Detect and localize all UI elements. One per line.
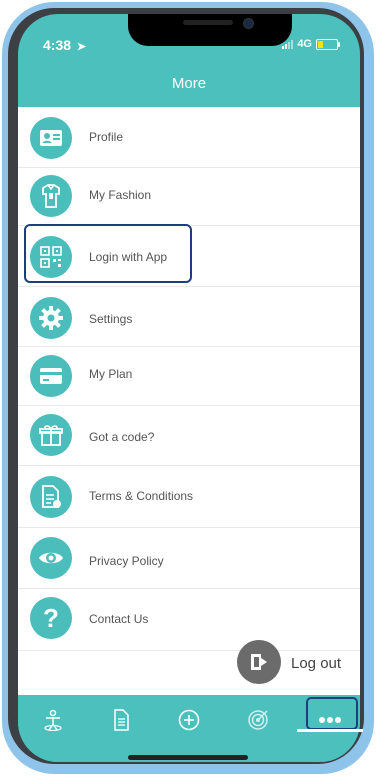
question-icon: ?: [30, 597, 72, 639]
location-arrow-icon: ➤: [76, 41, 87, 53]
document-icon: [30, 476, 72, 518]
battery-icon: [316, 38, 340, 50]
eye-icon: [30, 537, 72, 579]
gear-icon: [30, 297, 72, 339]
credit-card-icon: [30, 355, 72, 397]
network-label: 4G: [297, 38, 312, 50]
person-scan-icon: [44, 709, 62, 731]
menu-item-got-a-code[interactable]: Got a code?: [18, 405, 360, 466]
logout-button[interactable]: [237, 640, 281, 684]
home-indicator: [128, 755, 248, 760]
menu-item-contact-us[interactable]: ? Contact Us: [18, 590, 360, 651]
speaker: [183, 20, 233, 25]
menu-item-terms-conditions[interactable]: Terms & Conditions: [18, 467, 360, 528]
menu-item-my-fashion[interactable]: My Fashion: [18, 167, 360, 226]
plus-circle-icon: [178, 709, 200, 731]
menu-item-privacy-policy[interactable]: Privacy Policy: [18, 528, 360, 589]
wardrobe-icon: [30, 175, 72, 217]
page-title: More: [171, 75, 207, 92]
notch: [128, 14, 292, 46]
target-icon: [248, 710, 268, 730]
menu-item-label: My Plan: [89, 367, 133, 381]
tab-goals[interactable]: [245, 707, 271, 733]
id-card-icon: [30, 117, 72, 159]
status-right: 4G: [282, 38, 340, 50]
menu-item-label: Profile: [89, 130, 124, 144]
tab-person-scan[interactable]: [40, 707, 66, 733]
tab-documents[interactable]: [108, 707, 134, 733]
menu-item-label: Got a code?: [89, 430, 155, 444]
menu-list: Profile My Fashion Login with App Settin…: [18, 107, 360, 695]
login-with-app-highlight: [24, 224, 192, 283]
menu-item-label: My Fashion: [89, 188, 152, 202]
document-icon: [114, 709, 129, 731]
menu-item-label: Terms & Conditions: [89, 489, 194, 503]
status-time-text: 4:38: [43, 37, 72, 53]
tab-more-highlight: [306, 697, 358, 730]
menu-item-settings[interactable]: Settings: [18, 288, 360, 347]
signal-icon: [282, 39, 294, 49]
tab-active-indicator: [297, 729, 363, 732]
menu-item-my-plan[interactable]: My Plan: [18, 347, 360, 406]
camera: [243, 18, 254, 29]
logout-label[interactable]: Log out: [291, 655, 341, 672]
menu-item-label: Privacy Policy: [89, 554, 164, 568]
menu-item-profile[interactable]: Profile: [18, 109, 360, 168]
status-time: 4:38 ➤: [43, 37, 86, 53]
menu-item-label: Contact Us: [89, 612, 149, 626]
screen: 4:38 ➤ 4G More Profile My Fashion Login …: [18, 14, 360, 762]
gift-icon: [30, 414, 72, 456]
menu-item-label: Settings: [89, 312, 133, 326]
logout-icon: [251, 654, 267, 670]
tab-add[interactable]: [176, 707, 202, 733]
